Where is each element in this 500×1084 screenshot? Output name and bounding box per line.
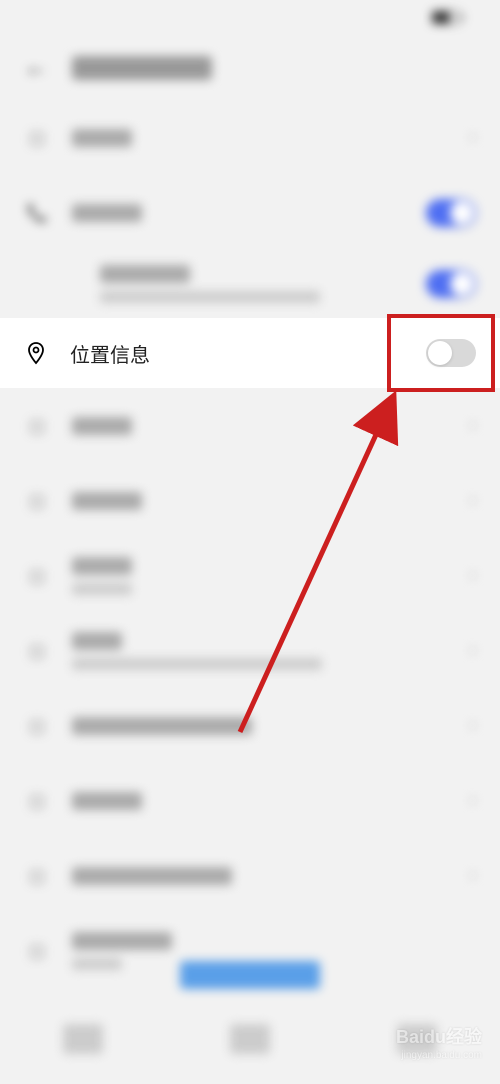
watermark-sub: jingyan.baidu.com (396, 1049, 482, 1062)
overlay-icon: ▢ (24, 713, 50, 739)
chevron-icon: › (469, 789, 476, 812)
setting-row[interactable]: ▢ › (0, 463, 500, 538)
status-bar (0, 0, 500, 35)
file-icon: ▢ (24, 788, 50, 814)
location-label: 位置信息 (70, 339, 404, 368)
storage-icon: ▢ (24, 638, 50, 664)
nav-item[interactable] (63, 1024, 103, 1054)
battery-icon (432, 11, 460, 24)
chevron-icon: › (469, 126, 476, 149)
watermark-brand: Baidu经验 (396, 1026, 482, 1049)
annotation-box (387, 314, 495, 392)
bell-icon: ▢ (24, 563, 50, 589)
setting-row[interactable] (0, 175, 500, 250)
chevron-icon: › (469, 564, 476, 587)
setting-row[interactable]: ▢ › (0, 538, 500, 613)
mic-icon: ▢ (24, 488, 50, 514)
setting-row[interactable] (0, 250, 500, 318)
location-icon (24, 341, 48, 365)
watermark: Baidu经验 jingyan.baidu.com (396, 1026, 482, 1062)
nav-item[interactable] (230, 1024, 270, 1054)
phone-icon (24, 200, 50, 226)
chevron-icon: › (469, 714, 476, 737)
chevron-icon: › (469, 489, 476, 512)
settings-icon: ▢ (24, 863, 50, 889)
toggle-switch[interactable] (426, 270, 476, 298)
setting-row[interactable]: ▢ › (0, 838, 500, 913)
status-right (432, 11, 460, 24)
setting-row[interactable]: ▢ › (0, 613, 500, 688)
page-header: ← (0, 35, 500, 100)
setting-row[interactable]: ▢ › (0, 100, 500, 175)
chevron-icon: › (469, 414, 476, 437)
camera-icon: ▢ (24, 413, 50, 439)
blurred-background: ← ▢ › ▢ › ▢ › (0, 0, 500, 1084)
link-icon: ▢ (24, 938, 50, 964)
setting-row[interactable]: ▢ › (0, 763, 500, 838)
page-title (72, 56, 212, 80)
back-icon[interactable]: ← (24, 54, 48, 82)
message-icon: ▢ (24, 125, 50, 151)
bottom-action-button[interactable] (180, 961, 320, 989)
setting-row[interactable]: ▢ › (0, 688, 500, 763)
chevron-icon: › (469, 864, 476, 887)
chevron-icon: › (469, 639, 476, 662)
setting-row[interactable]: ▢ › (0, 388, 500, 463)
toggle-switch[interactable] (426, 199, 476, 227)
